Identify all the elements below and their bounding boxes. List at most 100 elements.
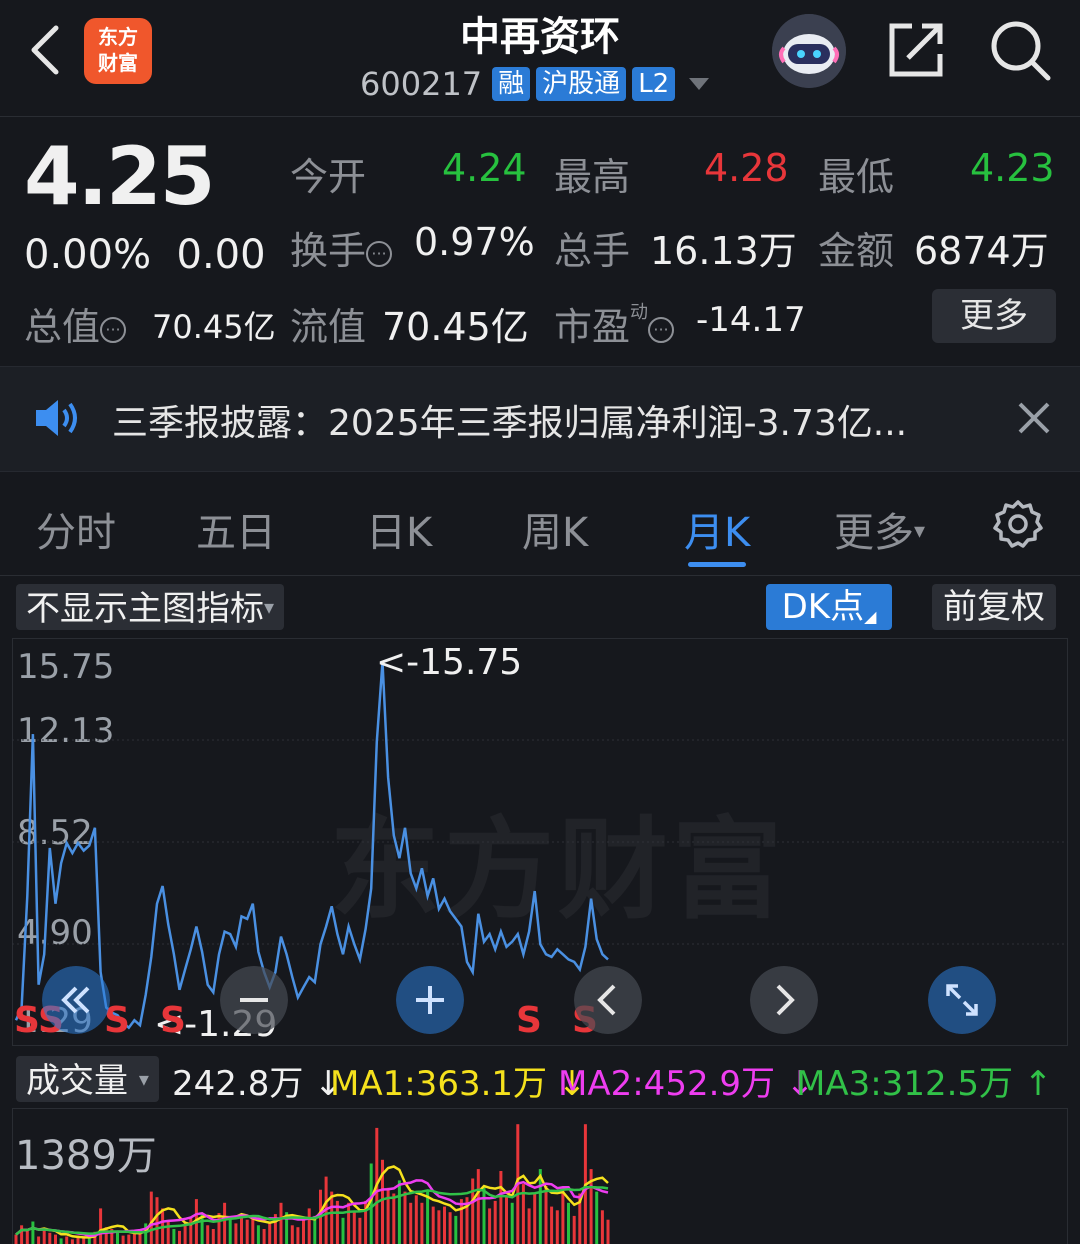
volume-bar	[437, 1210, 441, 1244]
tab-daily-k[interactable]: 日K	[366, 500, 432, 558]
previous-button[interactable]	[574, 966, 642, 1034]
zoom-out-button[interactable]	[220, 966, 288, 1034]
zoom-in-button[interactable]	[396, 966, 464, 1034]
volume-bar	[251, 1217, 255, 1244]
current-price: 4.25	[24, 130, 215, 223]
volume-bar	[330, 1191, 334, 1244]
sell-signal: S	[14, 1000, 40, 1041]
volume-bars-svg	[14, 1124, 610, 1244]
robot-assistant-icon[interactable]	[772, 14, 846, 88]
volume-value: 16.13万	[650, 229, 797, 273]
volume-bar	[358, 1217, 362, 1244]
volume-bar	[48, 1232, 52, 1244]
volume-bar	[183, 1223, 187, 1244]
total-cap-label-text: 总值	[24, 305, 101, 349]
price-series-line	[14, 661, 609, 1030]
low-value: 4.23	[970, 146, 1055, 190]
volume-bar	[59, 1238, 63, 1244]
volume-current: 242.8万 ↓	[172, 1056, 343, 1105]
volume-indicator-select[interactable]: 成交量 ▾	[16, 1056, 159, 1102]
fast-back-button[interactable]	[42, 966, 110, 1034]
info-icon[interactable]: ···	[366, 240, 393, 267]
float-cap-label: 流值	[290, 305, 367, 349]
up-arrow-icon: ↑	[1023, 1064, 1053, 1104]
volume-bar	[296, 1227, 300, 1244]
volume-bar	[347, 1202, 351, 1244]
total-cap-value: 70.45亿	[152, 308, 276, 346]
volume-bar	[99, 1208, 103, 1244]
next-button[interactable]	[750, 966, 818, 1034]
volume-bar	[488, 1208, 492, 1244]
volume-bar	[426, 1191, 430, 1244]
volume-bar	[155, 1197, 159, 1244]
volume-bar	[302, 1219, 305, 1244]
dk-label: DK点	[781, 587, 865, 627]
volume-bar	[606, 1219, 610, 1244]
volume-bar	[409, 1202, 413, 1244]
amount-value: 6874万	[914, 229, 1049, 273]
dk-point-button[interactable]: DK点◢	[766, 584, 892, 630]
sell-signal: S	[160, 1000, 186, 1041]
volume-bar	[510, 1202, 514, 1244]
tab-monthly-k[interactable]: 月K	[684, 500, 750, 558]
adjust-button[interactable]: 前复权	[932, 584, 1056, 630]
volume-bar	[127, 1234, 131, 1244]
volume-bar	[431, 1206, 435, 1244]
tab-intraday[interactable]: 分时	[36, 500, 116, 558]
volume-bar	[471, 1178, 475, 1244]
main-indicator-select[interactable]: 不显示主图指标▾	[16, 584, 285, 630]
volume-bar	[505, 1197, 508, 1244]
pe-label[interactable]: 市盈动···	[554, 296, 675, 351]
volume-bar	[414, 1195, 418, 1244]
fullscreen-button[interactable]	[928, 966, 996, 1034]
volume-bar	[555, 1210, 559, 1244]
volume-bar	[65, 1236, 69, 1244]
turnover-label-text: 换手	[290, 229, 367, 273]
turnover-label[interactable]: 换手 ···	[290, 220, 393, 275]
volume-label: 总手	[554, 229, 631, 273]
volume-bar	[54, 1234, 57, 1244]
tab-weekly-k[interactable]: 周K	[522, 500, 588, 558]
volume-bar	[459, 1199, 463, 1244]
volume-bar	[527, 1208, 531, 1244]
tab-more[interactable]: 更多▾	[834, 500, 925, 558]
total-cap-label[interactable]: 总值 ···	[24, 296, 127, 351]
active-tab-indicator	[688, 562, 746, 567]
volume-bar	[189, 1217, 193, 1244]
volume-bar	[386, 1187, 390, 1244]
info-icon[interactable]: ···	[100, 316, 127, 343]
volume-bar	[25, 1230, 29, 1244]
change-amount: 0.00	[176, 232, 266, 278]
volume-bar	[279, 1202, 283, 1244]
volume-bar	[87, 1238, 91, 1244]
gear-icon[interactable]	[992, 498, 1044, 550]
info-icon[interactable]: ···	[648, 316, 675, 343]
volume-current-value: 242.8万	[172, 1064, 304, 1104]
share-icon[interactable]	[886, 20, 946, 80]
search-icon[interactable]	[988, 18, 1052, 82]
tab-five-day[interactable]: 五日	[196, 500, 276, 558]
change-row: 0.00% 0.00	[24, 232, 266, 278]
close-icon[interactable]	[1012, 396, 1056, 440]
dropdown-triangle-icon	[689, 78, 710, 90]
pe-value: -14.17	[696, 300, 806, 340]
more-quote-button[interactable]: 更多	[932, 289, 1056, 343]
volume-bar	[561, 1187, 565, 1244]
volume-bar	[234, 1223, 238, 1244]
volume-bar	[572, 1215, 576, 1244]
change-percent: 0.00%	[24, 232, 152, 278]
pe-superscript: 动	[630, 302, 649, 323]
volume-bar	[206, 1225, 210, 1244]
volume-bar	[482, 1186, 486, 1244]
volume-bar	[544, 1186, 548, 1244]
pe-label-text: 市盈	[554, 305, 631, 349]
stock-code-row[interactable]: 600217 融 沪股通 L2	[360, 64, 710, 104]
notice-text[interactable]: 三季报披露：2025年三季报归属净利润-3.73亿...	[112, 394, 907, 446]
volume-bar	[178, 1230, 181, 1244]
level2-tag: L2	[632, 67, 676, 101]
volume-bar	[217, 1213, 221, 1244]
volume-bar	[245, 1219, 249, 1244]
volume-bar	[256, 1225, 260, 1244]
volume-bar	[392, 1193, 396, 1244]
volume-bar	[172, 1229, 176, 1244]
